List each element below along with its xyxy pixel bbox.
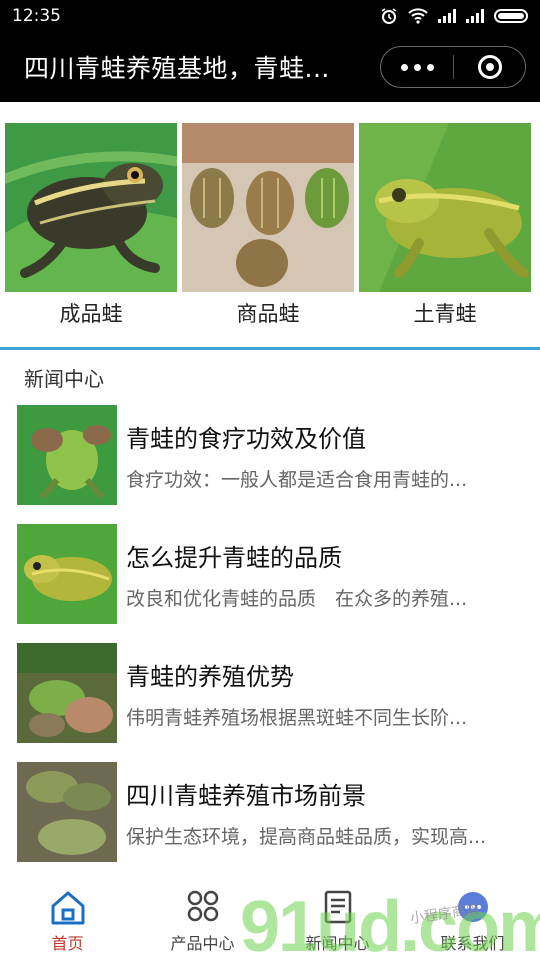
signal-icon-2	[466, 9, 484, 23]
signal-icon	[438, 9, 456, 23]
frog-photo-native	[359, 123, 531, 292]
tab-news[interactable]: 新闻中心	[270, 880, 405, 960]
status-icons	[380, 7, 528, 25]
tab-label: 产品中心	[170, 934, 235, 953]
tab-label: 新闻中心	[305, 934, 370, 953]
close-button[interactable]	[454, 55, 525, 79]
news-summary: 改良和优化青蛙的品质 在众多的养殖...	[126, 588, 468, 610]
product-card-commercial-frog[interactable]: 商品蛙	[182, 123, 354, 328]
product-label: 成品蛙	[59, 302, 123, 326]
news-thumbnail	[17, 643, 117, 743]
news-item[interactable]: 青蛙的养殖优势 伟明青蛙养殖场根据黑斑蛙不同生长阶...	[17, 643, 527, 743]
alarm-icon	[381, 8, 397, 24]
tab-products[interactable]: 产品中心	[135, 880, 270, 960]
tab-home[interactable]: 首页	[0, 880, 135, 960]
more-button[interactable]	[381, 63, 453, 71]
tab-label: 联系我们	[440, 934, 505, 953]
news-item[interactable]: 怎么提升青蛙的品质 改良和优化青蛙的品质 在众多的养殖...	[17, 524, 527, 624]
tab-contact[interactable]: 联系我们	[405, 880, 540, 960]
more-dot-icon	[413, 63, 421, 71]
mini-program-capsule	[380, 46, 526, 88]
news-title: 青蛙的养殖优势	[126, 663, 294, 691]
frog-photo-adult	[5, 123, 177, 292]
wifi-icon	[408, 8, 428, 24]
chat-icon	[457, 892, 488, 922]
news-title: 青蛙的食疗功效及价值	[126, 425, 366, 453]
news-thumbnail	[17, 524, 117, 624]
status-time: 12:35	[12, 6, 61, 26]
page-title: 四川青蛙养殖基地，青蛙...	[24, 54, 330, 83]
section-divider	[0, 347, 540, 350]
news-thumbnail	[17, 762, 117, 862]
nav-bar: 四川青蛙养殖基地，青蛙...	[0, 32, 540, 102]
product-card-native-frog[interactable]: 土青蛙	[359, 123, 531, 328]
more-dot-icon	[400, 63, 408, 71]
product-label: 商品蛙	[236, 302, 300, 326]
news-thumbnail	[17, 405, 117, 505]
battery-icon	[494, 9, 528, 23]
news-summary: 伟明青蛙养殖场根据黑斑蛙不同生长阶...	[126, 707, 468, 729]
news-summary: 保护生态环境，提高商品蛙品质，实现高...	[126, 826, 487, 848]
news-summary: 食疗功效：一般人都是适合食用青蛙的...	[126, 469, 468, 491]
status-bar: 12:35	[0, 0, 540, 32]
news-title: 怎么提升青蛙的品质	[126, 544, 342, 572]
product-card-adult-frog[interactable]: 成品蛙	[5, 123, 177, 328]
news-item[interactable]: 四川青蛙养殖市场前景 保护生态环境，提高商品蛙品质，实现高...	[17, 762, 527, 862]
news-section-title: 新闻中心	[24, 367, 104, 391]
frog-photo-group	[182, 123, 354, 292]
product-label: 土青蛙	[413, 302, 477, 326]
home-icon	[51, 891, 84, 925]
bottom-tab-bar: 首页 产品中心 新闻中心 联系我们	[0, 880, 540, 960]
more-dot-icon	[426, 63, 434, 71]
grid-icon	[187, 890, 218, 922]
news-item[interactable]: 青蛙的食疗功效及价值 食疗功效：一般人都是适合食用青蛙的...	[17, 405, 527, 505]
news-title: 四川青蛙养殖市场前景	[126, 782, 366, 810]
close-circle-icon	[477, 55, 502, 79]
document-icon	[324, 890, 351, 924]
product-section: 成品蛙 商品蛙 土青蛙	[0, 102, 540, 346]
tab-label: 首页	[51, 934, 84, 953]
